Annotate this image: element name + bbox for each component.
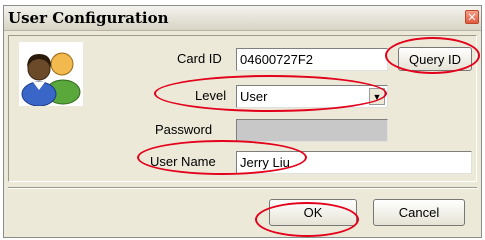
query-id-label: Query ID: [408, 51, 461, 67]
user-name-input[interactable]: Jerry Liu: [236, 151, 472, 174]
cancel-label: Cancel: [398, 205, 440, 220]
ok-button[interactable]: OK: [269, 199, 357, 226]
query-id-button[interactable]: Query ID: [398, 47, 472, 71]
level-value: User: [240, 89, 268, 104]
form-panel: Card ID 04600727F2 Query ID Level User ▼…: [8, 35, 477, 182]
card-id-input[interactable]: 04600727F2: [236, 48, 388, 71]
chevron-down-icon[interactable]: ▼: [369, 88, 385, 105]
avatar: [19, 42, 83, 107]
users-icon: [21, 52, 81, 107]
password-field[interactable]: [236, 119, 388, 142]
dialog-title: User Configuration: [8, 9, 169, 27]
close-icon: ✕: [467, 11, 477, 24]
card-id-label: Card ID: [177, 51, 222, 66]
cancel-button[interactable]: Cancel: [373, 199, 465, 226]
title-bar[interactable]: User Configuration ✕: [4, 6, 481, 31]
user-configuration-dialog: User Configuration ✕ Card ID 04600727F2 …: [3, 5, 482, 238]
password-label: Password: [155, 122, 213, 137]
level-select[interactable]: User ▼: [236, 85, 388, 108]
footer-divider: [8, 187, 477, 189]
level-label: Level: [195, 88, 227, 103]
close-button[interactable]: ✕: [465, 10, 479, 24]
user-name-label: User Name: [150, 154, 216, 169]
ok-label: OK: [303, 205, 323, 220]
